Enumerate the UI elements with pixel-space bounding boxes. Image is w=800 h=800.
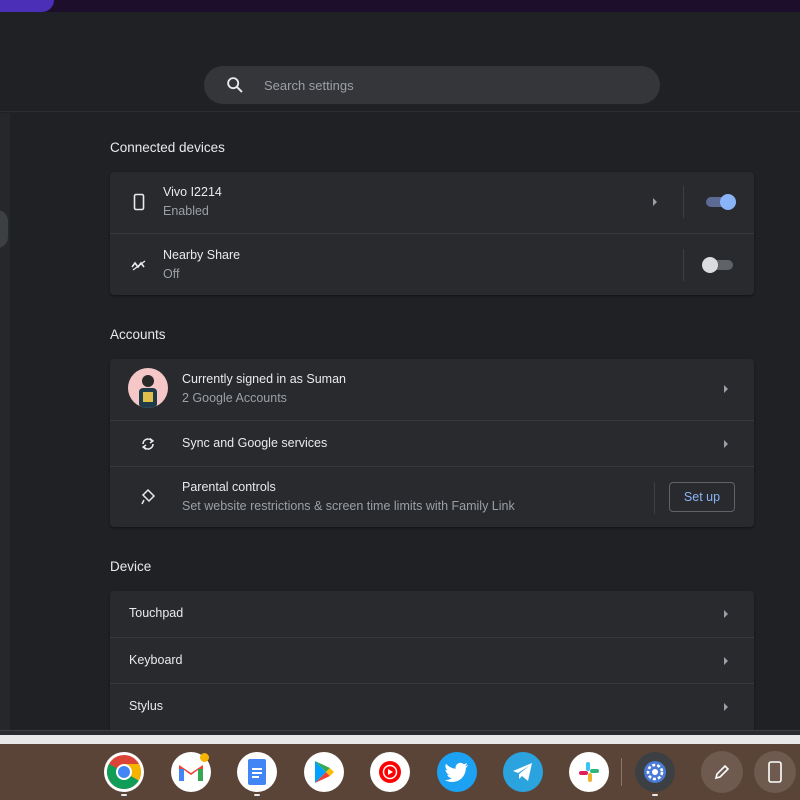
active-tab-edge[interactable] — [0, 0, 54, 12]
nearby-share-row[interactable]: Nearby Share Off — [110, 233, 754, 295]
device-item-stylus[interactable]: Stylus — [110, 683, 754, 730]
parental-controls-row[interactable]: Parental controls Set website restrictio… — [110, 466, 754, 527]
chevron-right-icon — [724, 385, 728, 393]
divider — [654, 482, 655, 514]
keyboard-label: Keyboard — [129, 653, 183, 667]
divider — [683, 249, 684, 281]
search-bar[interactable] — [204, 66, 660, 104]
signed-in-subtitle: 2 Google Accounts — [182, 391, 287, 405]
running-indicator — [121, 794, 127, 796]
divider — [683, 186, 684, 218]
sync-title: Sync and Google services — [182, 436, 328, 450]
section-title-accounts: Accounts — [110, 327, 166, 342]
phone-hub-icon[interactable] — [754, 751, 796, 793]
sync-icon — [141, 437, 155, 451]
twitter-icon[interactable] — [437, 752, 477, 792]
phone-name: Vivo I2214 — [163, 185, 222, 199]
chevron-right-icon — [724, 657, 728, 665]
device-item-touchpad[interactable]: Touchpad — [110, 591, 754, 637]
running-indicator — [254, 794, 260, 796]
notification-badge — [200, 753, 209, 762]
section-title-device: Device — [110, 559, 152, 574]
play-store-icon[interactable] — [304, 752, 344, 792]
set-up-button[interactable]: Set up — [669, 482, 735, 512]
stylus-tool-icon[interactable] — [701, 751, 743, 793]
browser-top-strip — [0, 0, 800, 12]
touchpad-label: Touchpad — [129, 606, 184, 620]
avatar — [128, 368, 168, 408]
signed-in-row[interactable]: Currently signed in as Suman 2 Google Ac… — [110, 359, 754, 420]
window-bottom-edge — [0, 730, 800, 745]
chevron-right-icon — [653, 198, 657, 206]
phone-toggle[interactable] — [706, 194, 736, 210]
nearby-share-status: Off — [163, 267, 180, 281]
connected-devices-card: Vivo I2214 Enabled Nearby Share Off — [110, 172, 754, 295]
parental-controls-title: Parental controls — [182, 480, 276, 494]
phone-status: Enabled — [163, 204, 209, 218]
section-title-connected-devices: Connected devices — [110, 140, 225, 155]
shelf-divider — [621, 758, 622, 786]
chevron-right-icon — [724, 703, 728, 711]
left-nav-edge — [0, 113, 10, 730]
search-input[interactable] — [264, 66, 644, 104]
parental-controls-icon — [141, 488, 156, 505]
youtube-music-icon[interactable] — [370, 752, 410, 792]
nearby-share-toggle[interactable] — [702, 257, 733, 273]
slack-icon[interactable] — [569, 752, 609, 792]
accounts-card: Currently signed in as Suman 2 Google Ac… — [110, 359, 754, 527]
nearby-share-title: Nearby Share — [163, 248, 241, 262]
docs-icon[interactable] — [237, 752, 277, 792]
running-indicator — [652, 794, 658, 796]
nearby-share-icon — [131, 260, 146, 271]
search-icon — [227, 77, 243, 93]
stylus-label: Stylus — [129, 699, 164, 713]
device-item-keyboard[interactable]: Keyboard — [110, 637, 754, 683]
phone-icon — [133, 193, 145, 211]
parental-controls-subtitle: Set website restrictions & screen time l… — [182, 499, 515, 513]
shelf — [0, 744, 800, 800]
settings-header — [0, 12, 800, 112]
sync-row[interactable]: Sync and Google services — [110, 420, 754, 466]
settings-icon[interactable] — [635, 752, 675, 792]
chevron-right-icon — [724, 610, 728, 618]
device-card: Touchpad Keyboard Stylus — [110, 591, 754, 730]
telegram-icon[interactable] — [503, 752, 543, 792]
phone-row[interactable]: Vivo I2214 Enabled — [110, 172, 754, 233]
chevron-right-icon — [724, 440, 728, 448]
signed-in-title: Currently signed in as Suman — [182, 372, 346, 386]
settings-content: Connected devices Vivo I2214 Enabled Nea… — [0, 113, 800, 730]
chrome-icon[interactable] — [104, 752, 144, 792]
